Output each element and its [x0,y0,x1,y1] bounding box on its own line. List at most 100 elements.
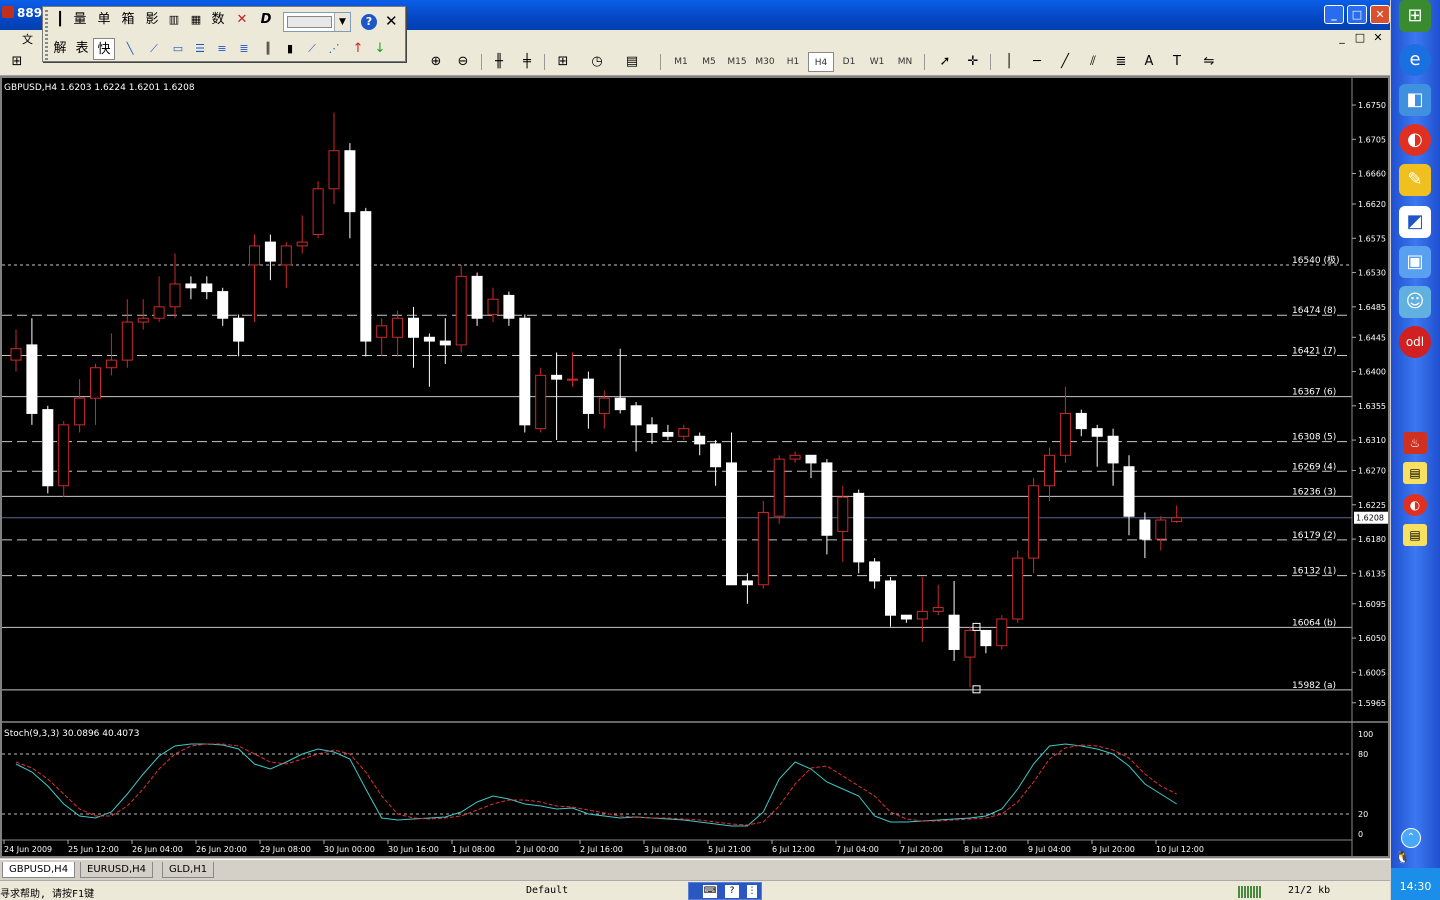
float-tool-kuai[interactable]: 快 [93,38,115,60]
tf-h4-button[interactable]: H4 [808,52,834,72]
minimize-button[interactable]: _ [1324,5,1344,24]
equidistant-channel-icon[interactable]: ⫽ [1082,52,1104,72]
time-zones-icon[interactable]: ▮ [279,38,301,60]
trendline-icon[interactable]: ╱ [1054,52,1076,72]
periods-clock-icon[interactable]: ◷ [586,52,608,72]
fibo-fan-icon[interactable]: ⋰ [323,38,345,60]
chart-canvas[interactable]: 16540 (极) 16474 (8) 16421 (7) 16367 (6) 1630… [2,78,1388,856]
candle-body [678,428,690,437]
float-tool-dan[interactable]: 单 [93,9,115,31]
candle-body [757,511,769,586]
gann-fan-icon[interactable]: ⟋ [301,38,323,60]
candles-tool-icon[interactable]: ┃ [49,9,71,31]
tf-w1-button[interactable]: W1 [864,52,890,72]
float-tool-liang[interactable]: 量 [69,9,91,31]
grid-tool-icon[interactable]: ▦ [185,9,207,31]
tab-gld-h1[interactable]: GLD,H1 [162,862,215,878]
chevron-up-icon[interactable]: ⌃ [1401,828,1421,848]
text-label-icon[interactable]: T [1166,52,1188,72]
fibo-expansion-icon[interactable]: ≣ [233,38,255,60]
tf-h1-button[interactable]: H1 [780,52,806,72]
paint-app-icon[interactable]: ✎ [1399,164,1431,196]
ie-browser-icon[interactable]: e [1399,44,1431,76]
candle-body [567,378,578,381]
cycle-lines-icon[interactable]: ║ [257,38,279,60]
quarter-app-icon[interactable]: ◩ [1399,206,1431,238]
tray-note-icon-1[interactable]: ▤ [1403,462,1427,484]
keyboard-icon[interactable]: ⌨ [703,885,717,898]
line-tool-icon[interactable]: ╲ [119,38,141,60]
clock-time: 14:30 [1399,880,1432,893]
zoom-in-icon[interactable]: ⊕ [425,52,447,72]
x-tick-label: 30 Jun 16:00 [388,845,439,854]
tf-m30-button[interactable]: M30 [752,52,778,72]
float-tool-xiang[interactable]: 箱 [117,9,139,31]
float-tool-biao[interactable]: 表 [71,38,93,60]
dx-tool-icon[interactable]: D [255,9,277,31]
app-shortcut-icon[interactable]: ◧ [1399,84,1431,116]
x-tick-label: 8 Jul 12:00 [964,845,1007,854]
close-button[interactable]: ✕ [1370,5,1390,24]
tf-mn-button[interactable]: MN [892,52,918,72]
help-icon[interactable]: ? [361,14,377,30]
chart-window[interactable]: 16540 (极) 16474 (8) 16421 (7) 16367 (6) 1630… [0,76,1390,858]
qq-tray-icon[interactable]: 🐧 [1395,850,1410,864]
cross-tool-icon[interactable]: ✕ [231,9,253,31]
y-tick-label: 1.6355 [1358,402,1386,411]
indicators-icon[interactable]: ⊞ [552,52,574,72]
fibo-levels-icon[interactable]: ≡ [211,38,233,60]
fibonacci-icon[interactable]: ≣ [1110,52,1132,72]
new-chart-icon[interactable]: ⊞ [6,52,28,72]
mdi-minimize-button[interactable]: _ [1334,31,1350,45]
rectangle-tool-icon[interactable]: ▭ [167,38,189,60]
tf-m1-button[interactable]: M1 [668,52,694,72]
arrows-icon[interactable]: ⇋ [1198,52,1220,72]
ray-tool-icon[interactable]: ⟋ [143,38,165,60]
tf-m5-button[interactable]: M5 [696,52,722,72]
tray-note-icon-2[interactable]: ▤ [1403,524,1427,546]
mdi-restore-button[interactable]: □ [1352,31,1368,45]
tf-m15-button[interactable]: M15 [724,52,750,72]
media-app-icon[interactable]: ◐ [1399,124,1431,156]
levels-tool-icon[interactable]: ☰ [189,38,211,60]
bar-chart-icon[interactable]: ╫ [488,52,510,72]
toolbar-grip[interactable] [45,10,48,60]
tf-d1-button[interactable]: D1 [836,52,862,72]
tray-app-icon-1[interactable]: ♨ [1403,432,1427,454]
maximize-button[interactable]: □ [1347,5,1367,24]
tab-eurusd-h4[interactable]: EURUSD,H4 [80,862,154,878]
vertical-line-icon[interactable]: │ [998,52,1020,72]
candle-body [964,629,976,658]
candle-chart-icon[interactable]: ╪ [516,52,538,72]
templates-icon[interactable]: ▤ [621,52,643,72]
tab-gbpusd-h4[interactable]: GBPUSD,H4 [2,862,76,878]
y-tick-label: 1.6050 [1358,634,1386,643]
ime-toolbar[interactable]: ⌨ ? ⋮ [688,882,762,900]
float-close-button[interactable]: ✕ [385,12,398,30]
candle-body [360,211,372,342]
arrow-up-icon[interactable]: ↑ [347,38,369,60]
odl-app-icon[interactable]: odl [1399,326,1431,358]
horizontal-line-icon[interactable]: ─ [1026,52,1048,72]
line-style-combo[interactable]: ▼ [283,12,351,32]
zoom-out-icon[interactable]: ⊖ [452,52,474,72]
tray-app-icon-2[interactable]: ◐ [1403,494,1427,516]
windows-logo-icon[interactable]: ⊞ [1399,0,1431,32]
menu-item-file[interactable]: 文 [22,31,33,47]
crosshair-icon[interactable]: ✛ [962,52,984,72]
x-tick-label: 25 Jun 12:00 [68,845,119,854]
candle-body [344,150,356,213]
y-tick-label: 1.6445 [1358,333,1386,342]
text-tool-icon[interactable]: A [1138,52,1160,72]
float-tool-jie[interactable]: 解 [49,38,71,60]
ime-menu-icon[interactable]: ⋮ [747,885,757,898]
fan-tool-icon[interactable]: ▥ [163,9,185,31]
window-app-icon[interactable]: ▣ [1399,246,1431,278]
arrow-down-icon[interactable]: ↓ [369,38,391,60]
mdi-close-button[interactable]: ✕ [1370,31,1386,45]
cursor-icon[interactable]: ➚ [934,52,956,72]
float-tool-ying[interactable]: 影 [141,9,163,31]
ime-help-icon[interactable]: ? [725,885,739,898]
messenger-icon[interactable]: ☺ [1399,286,1431,318]
float-tool-shu[interactable]: 数 [207,9,229,31]
